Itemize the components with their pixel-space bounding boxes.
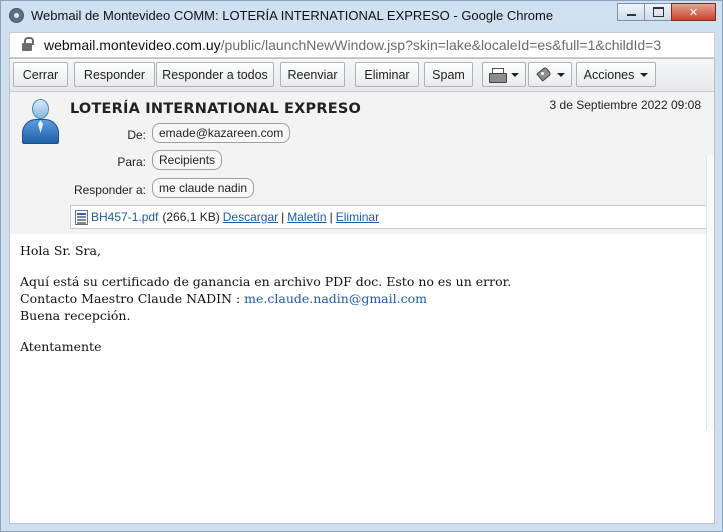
webmail-page: Cerrar Responder Responder a todos Reenv… <box>9 58 715 524</box>
to-label: Para: <box>117 155 146 169</box>
attachment-size: (266,1 KB) <box>162 210 220 224</box>
to-address-chip[interactable]: Recipients <box>152 150 223 170</box>
briefcase-link[interactable]: Maletín <box>287 210 326 224</box>
lock-icon <box>22 36 34 51</box>
print-dropdown-button[interactable] <box>482 62 526 87</box>
delete-button[interactable]: Eliminar <box>355 62 419 87</box>
reply-to-label: Responder a: <box>73 183 146 197</box>
tag-dropdown-button[interactable] <box>528 62 572 87</box>
window-title: Webmail de Montevideo COMM: LOTERÍA INTE… <box>31 8 554 23</box>
message-date: 3 de Septiembre 2022 09:08 <box>549 98 701 112</box>
download-link[interactable]: Descargar <box>223 210 278 224</box>
message-header: LOTERÍA INTERNATIONAL EXPRESO 3 de Septi… <box>10 92 714 234</box>
from-label: De: <box>127 128 146 142</box>
forward-button[interactable]: Reenviar <box>280 62 345 87</box>
chevron-down-icon <box>640 72 649 77</box>
scrollbar[interactable] <box>706 155 714 430</box>
sender-avatar-icon <box>20 97 60 145</box>
close-window-button[interactable]: ✕ <box>671 3 716 21</box>
body-contact-prefix: Contacto Maestro Claude NADIN : <box>20 291 245 306</box>
browser-window: Webmail de Montevideo COMM: LOTERÍA INTE… <box>0 0 723 532</box>
chevron-down-icon <box>556 72 565 77</box>
body-closing: Atentamente <box>20 339 102 354</box>
attachment-bar: BH457-1.pdf (266,1 KB) Descargar | Malet… <box>70 205 711 229</box>
reply-to-chip[interactable]: me claude nadin <box>152 178 255 198</box>
url-host: webmail.montevideo.com.uy <box>44 37 221 53</box>
reply-all-button[interactable]: Responder a todos <box>156 62 274 87</box>
spam-button[interactable]: Spam <box>424 62 473 87</box>
body-line: Buena recepción. <box>20 308 131 323</box>
maximize-button[interactable] <box>644 3 672 21</box>
body-line: Contacto Maestro Claude NADIN : me.claud… <box>20 290 710 307</box>
separator: | <box>281 210 285 224</box>
chevron-down-icon <box>511 72 519 77</box>
body-line: Aquí está su certificado de ganancia en … <box>20 274 512 289</box>
address-bar[interactable]: webmail.montevideo.com.uy/public/launchN… <box>9 32 715 58</box>
printer-icon <box>489 68 507 83</box>
message-subject: LOTERÍA INTERNATIONAL EXPRESO <box>70 101 362 117</box>
close-message-button[interactable]: Cerrar <box>13 62 68 87</box>
title-bar: Webmail de Montevideo COMM: LOTERÍA INTE… <box>1 1 722 31</box>
message-body: Hola Sr. Sra, Aquí está su certificado d… <box>20 242 710 355</box>
remove-attachment-link[interactable]: Eliminar <box>336 210 379 224</box>
pdf-file-icon <box>75 209 88 225</box>
window-controls: ✕ <box>617 3 716 21</box>
url-path: /public/launchNewWindow.jsp?skin=lake&lo… <box>220 37 662 53</box>
chrome-icon <box>9 8 24 23</box>
actions-dropdown-button[interactable]: Acciones <box>576 62 656 87</box>
body-greeting: Hola Sr. Sra, <box>20 243 101 258</box>
from-address-chip[interactable]: emade@kazareen.com <box>152 123 291 143</box>
separator: | <box>329 210 333 224</box>
reply-button[interactable]: Responder <box>74 62 155 87</box>
tag-icon <box>536 68 551 81</box>
actions-label: Acciones <box>583 67 635 82</box>
message-toolbar: Cerrar Responder Responder a todos Reenv… <box>10 59 714 92</box>
contact-email-link[interactable]: me.claude.nadin@gmail.com <box>244 291 427 306</box>
minimize-button[interactable] <box>617 3 645 21</box>
url-text[interactable]: webmail.montevideo.com.uy/public/launchN… <box>44 37 661 53</box>
attachment-filename-link[interactable]: BH457-1.pdf <box>91 210 158 224</box>
